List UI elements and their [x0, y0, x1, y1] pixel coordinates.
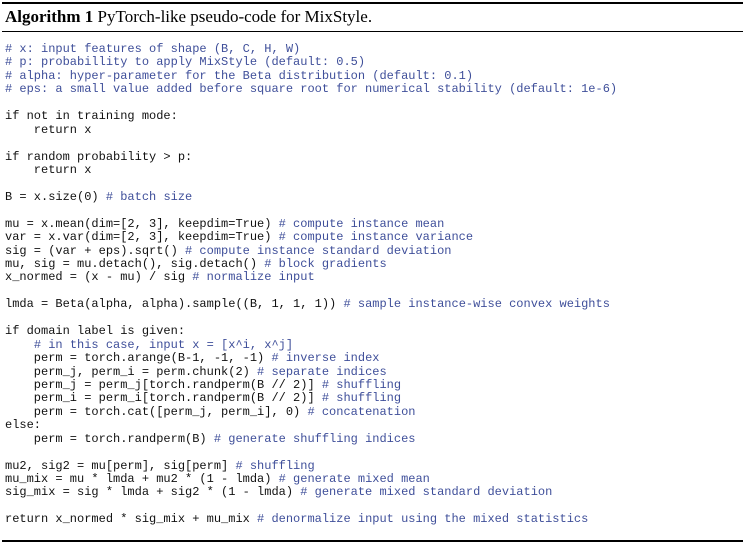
code-comment: # sample instance-wise convex weights [343, 297, 610, 312]
algorithm-title: Algorithm 1 PyTorch-like pseudo-code for… [5, 6, 372, 28]
code-text: if random probability > p: [5, 149, 193, 164]
code-line: # in this case, input x = [x^i, x^j] [5, 337, 617, 352]
code-comment: # inverse index [271, 351, 380, 366]
code-line: sig = (var + eps).sqrt() # compute insta… [5, 243, 617, 258]
code-line: x_normed = (x - mu) / sig # normalize in… [5, 271, 617, 284]
code-comment: # compute instance variance [278, 230, 474, 245]
code-text: mu = x.mean(dim=[2, 3], keepdim=True) [5, 216, 279, 231]
code-comment: # batch size [105, 189, 193, 204]
code-comment: # generate shuffling indices [213, 431, 416, 446]
code-line: B = x.size(0) # batch size [5, 189, 617, 204]
code-comment: # block gradients [264, 257, 387, 271]
code-text: if domain label is given: [5, 324, 186, 339]
code-line: # p: probabillity to apply MixStyle (def… [5, 56, 617, 69]
code-comment: # compute instance mean [278, 216, 445, 231]
code-text: perm = torch.arange(B-1, -1, -1) [5, 351, 272, 366]
algorithm-caption: PyTorch-like pseudo-code for MixStyle. [97, 7, 373, 26]
code-text: perm_j, perm_i = perm.chunk(2) [5, 364, 258, 379]
code-line: var = x.var(dim=[2, 3], keepdim=True) # … [5, 230, 617, 245]
code-line: lmda = Beta(alpha, alpha).sample((B, 1, … [5, 298, 617, 311]
code-line: return x_normed * sig_mix + mu_mix # den… [5, 513, 617, 526]
code-comment: # separate indices [257, 364, 387, 379]
code-line: perm = torch.cat([perm_j, perm_i], 0) # … [5, 404, 617, 419]
code-comment: # generate mixed mean [278, 472, 430, 486]
code-comment: # shuffling [321, 391, 402, 406]
code-line: if domain label is given: [5, 324, 617, 339]
code-text: perm_j = perm_j[torch.randperm(B // 2)] [5, 377, 322, 392]
code-comment: # generate mixed standard deviation [300, 485, 553, 500]
code-line: # eps: a small value added before square… [5, 83, 617, 96]
code-line: perm_j = perm_j[torch.randperm(B // 2)] … [5, 377, 617, 392]
code-line: if random probability > p: [5, 149, 617, 164]
code-text: B = x.size(0) [5, 189, 106, 204]
code-text: return x [5, 162, 92, 177]
code-line: perm = torch.randperm(B) # generate shuf… [5, 431, 617, 446]
algorithm-block: Algorithm 1 PyTorch-like pseudo-code for… [0, 0, 745, 546]
code-text: else: [5, 418, 42, 433]
code-comment: # shuffling [235, 458, 315, 473]
algorithm-label: Algorithm 1 [5, 7, 94, 26]
code-text: mu2, sig2 = mu[perm], sig[perm] [5, 458, 236, 473]
code-line: perm = torch.arange(B-1, -1, -1) # inver… [5, 351, 617, 366]
bottom-rule [2, 540, 743, 542]
code-text: sig = (var + eps).sqrt() [5, 243, 186, 258]
caption-rule [2, 31, 743, 32]
code-line: mu2, sig2 = mu[perm], sig[perm] # shuffl… [5, 458, 617, 473]
code-line: sig_mix = sig * lmda + sig2 * (1 - lmda)… [5, 486, 617, 499]
code-text: return x [5, 122, 92, 137]
code-listing: # x: input features of shape (B, C, H, W… [5, 42, 617, 527]
code-comment: # p: probabillity to apply MixStyle (def… [5, 55, 366, 70]
code-comment: # concatenation [307, 404, 416, 419]
code-line: return x [5, 122, 617, 137]
code-text: perm = torch.cat([perm_j, perm_i], 0) [5, 404, 308, 419]
code-comment: # alpha: hyper-parameter for the Beta di… [5, 68, 474, 83]
code-line: perm_i = perm_i[torch.randperm(B // 2)] … [5, 392, 617, 405]
code-text: var = x.var(dim=[2, 3], keepdim=True) [5, 230, 279, 245]
code-text: perm_i = perm_i[torch.randperm(B // 2)] [5, 391, 322, 406]
code-comment: # x: input features of shape (B, C, H, W… [5, 42, 301, 56]
code-comment: # denormalize input using the mixed stat… [257, 512, 589, 527]
code-line: # x: input features of shape (B, C, H, W… [5, 42, 617, 56]
code-comment: # normalize input [192, 270, 315, 285]
code-text: if not in training mode: [5, 109, 178, 124]
code-comment: # compute instance standard deviation [185, 243, 452, 258]
code-comment: # shuffling [321, 377, 402, 392]
code-line: mu, sig = mu.detach(), sig.detach() # bl… [5, 257, 617, 271]
code-line: mu = x.mean(dim=[2, 3], keepdim=True) # … [5, 216, 617, 231]
code-line: return x [5, 162, 617, 177]
top-rule [2, 2, 743, 4]
code-line: # alpha: hyper-parameter for the Beta di… [5, 68, 617, 83]
code-text: mu_mix = mu * lmda + mu2 * (1 - lmda) [5, 472, 279, 486]
code-text: mu, sig = mu.detach(), sig.detach() [5, 257, 265, 271]
code-comment: # in this case, input x = [x^i, x^j] [33, 337, 294, 352]
code-text: perm = torch.randperm(B) [5, 431, 214, 446]
code-text: sig_mix = sig * lmda + sig2 * (1 - lmda) [5, 485, 301, 500]
code-text: lmda = Beta(alpha, alpha).sample((B, 1, … [5, 297, 344, 312]
code-line: if not in training mode: [5, 109, 617, 124]
code-text: x_normed = (x - mu) / sig [5, 270, 193, 285]
code-text: return x_normed * sig_mix + mu_mix [5, 512, 258, 527]
code-line: else: [5, 419, 617, 432]
code-line: perm_j, perm_i = perm.chunk(2) # separat… [5, 364, 617, 379]
code-comment: # eps: a small value added before square… [5, 82, 618, 97]
code-line: mu_mix = mu * lmda + mu2 * (1 - lmda) # … [5, 472, 617, 486]
